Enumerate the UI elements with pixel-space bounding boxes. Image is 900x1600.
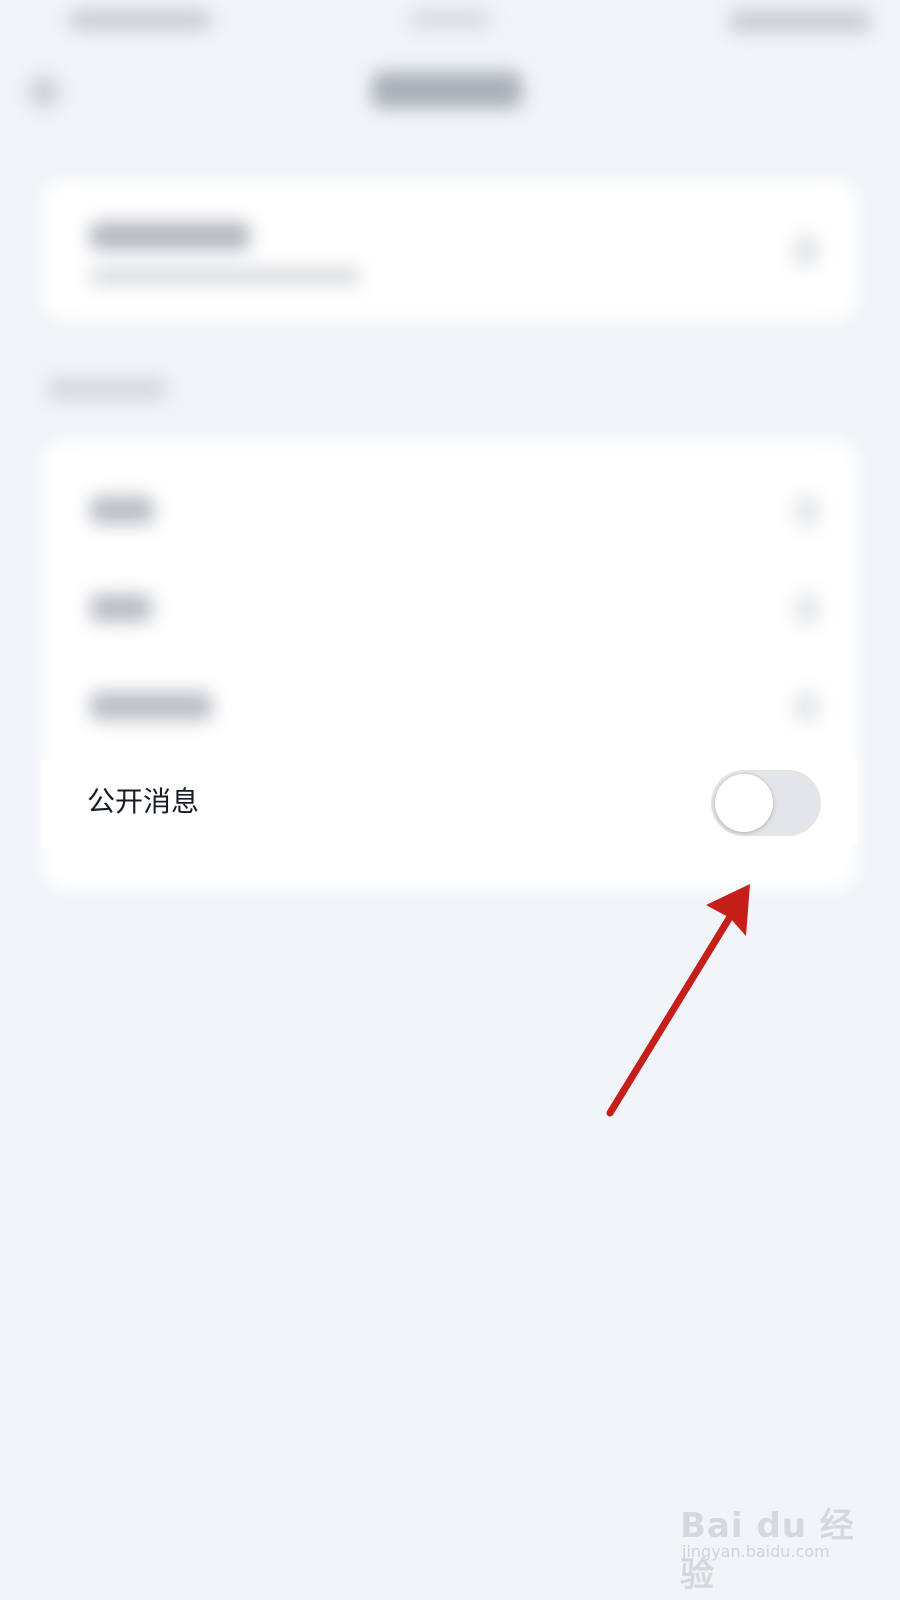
profile-card[interactable]: [42, 180, 858, 320]
profile-name-blurred: [90, 222, 250, 250]
status-bar: [0, 0, 900, 44]
chevron-right-icon: [796, 594, 818, 624]
public-message-label: 公开消息: [87, 785, 200, 818]
public-message-toggle[interactable]: [711, 770, 821, 836]
chevron-right-icon: [796, 496, 818, 526]
row-label-blurred: [90, 692, 212, 720]
chevron-right-icon: [796, 692, 818, 722]
status-icons-blurred: [730, 10, 870, 32]
baidu-jingyan-watermark: Bai du 经验 jingyan.baidu.com: [680, 1498, 860, 1595]
settings-row[interactable]: [42, 560, 858, 656]
public-message-row[interactable]: 公开消息: [42, 760, 858, 845]
back-chevron-icon[interactable]: [30, 78, 58, 106]
status-time-blurred: [70, 10, 210, 30]
arrow-shaft: [606, 908, 737, 1117]
settings-row[interactable]: [42, 462, 858, 558]
toggle-knob[interactable]: [715, 774, 773, 832]
profile-subtitle-blurred: [90, 268, 360, 284]
row-label-blurred: [90, 496, 154, 524]
section-header-blurred: [48, 378, 166, 400]
page-title-blurred: [372, 72, 522, 108]
watermark-url: jingyan.baidu.com: [682, 1542, 830, 1561]
settings-screen: 公开消息 Bai du 经验 jingyan.baidu.com: [0, 0, 900, 1600]
status-notch-blurred: [410, 10, 490, 28]
nav-bar: [0, 60, 900, 120]
arrow-head: [706, 884, 750, 936]
row-label-blurred: [90, 594, 152, 622]
settings-row[interactable]: [42, 658, 858, 754]
chevron-right-icon: [794, 236, 818, 266]
